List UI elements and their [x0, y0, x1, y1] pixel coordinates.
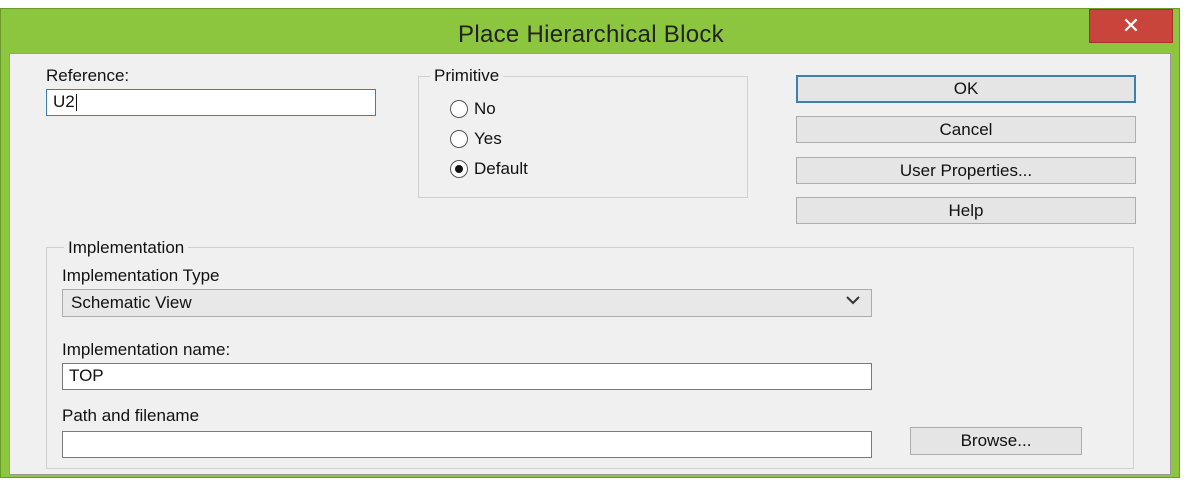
primitive-yes-option[interactable]: Yes	[450, 129, 502, 149]
radio-no-label: No	[474, 99, 496, 118]
implementation-type-label: Implementation Type	[62, 266, 220, 285]
ok-button[interactable]: OK	[796, 75, 1136, 103]
implementation-type-value: Schematic View	[71, 293, 192, 312]
path-label: Path and filename	[62, 406, 200, 425]
dialog-title: Place Hierarchical Block	[458, 21, 724, 48]
reference-value: U2	[53, 92, 75, 111]
implementation-group-label: Implementation	[64, 238, 189, 258]
implementation-name-input[interactable]: TOP	[62, 363, 872, 390]
reference-label: Reference:	[46, 66, 130, 85]
radio-no[interactable]	[450, 100, 468, 118]
implementation-type-select[interactable]: Schematic View	[62, 289, 872, 317]
path-input[interactable]	[62, 431, 872, 458]
user-properties-button[interactable]: User Properties...	[796, 157, 1136, 184]
help-button[interactable]: Help	[796, 197, 1136, 224]
dialog-body: Reference: U2 Primitive No Yes Default O…	[9, 53, 1171, 475]
primitive-group-label: Primitive	[430, 66, 504, 86]
title-bar[interactable]: Place Hierarchical Block ✕	[1, 9, 1179, 53]
reference-input[interactable]: U2	[46, 89, 376, 116]
close-button[interactable]: ✕	[1089, 9, 1173, 43]
radio-default-label: Default	[474, 159, 528, 178]
cancel-button[interactable]: Cancel	[796, 116, 1136, 143]
radio-yes[interactable]	[450, 130, 468, 148]
implementation-name-label: Implementation name:	[62, 340, 231, 359]
radio-yes-label: Yes	[474, 129, 502, 148]
text-caret	[75, 94, 77, 112]
radio-default[interactable]	[450, 160, 468, 178]
primitive-no-option[interactable]: No	[450, 99, 496, 119]
implementation-name-value: TOP	[69, 366, 104, 385]
browse-button[interactable]: Browse...	[910, 427, 1082, 455]
close-icon: ✕	[1121, 13, 1141, 38]
primitive-default-option[interactable]: Default	[450, 159, 528, 179]
chevron-down-icon	[845, 292, 861, 313]
dialog-window: Place Hierarchical Block ✕ Reference: U2…	[0, 8, 1180, 478]
